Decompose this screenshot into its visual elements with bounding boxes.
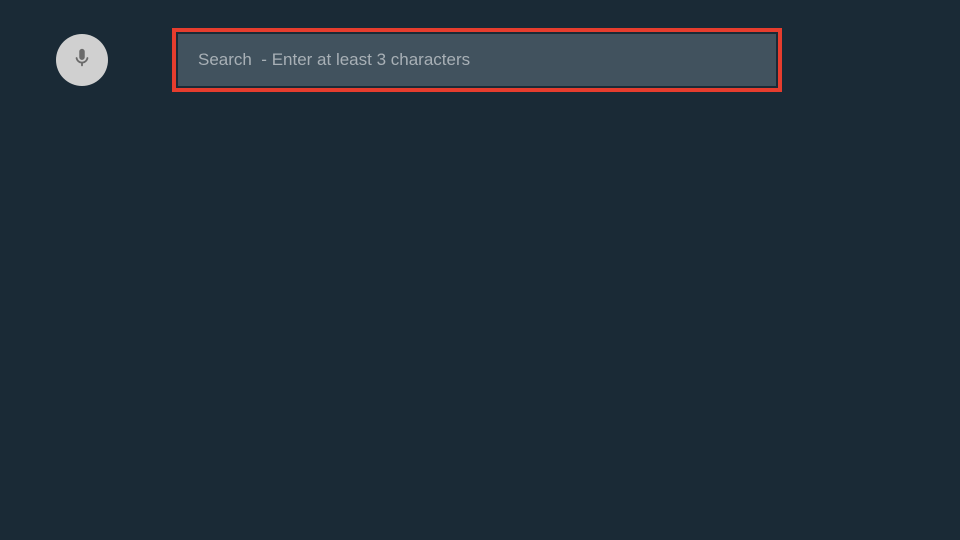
voice-search-button[interactable] (56, 34, 108, 86)
search-input-highlight (172, 28, 782, 92)
search-input[interactable] (178, 34, 776, 86)
microphone-icon (71, 47, 93, 74)
search-bar-container (0, 0, 960, 92)
